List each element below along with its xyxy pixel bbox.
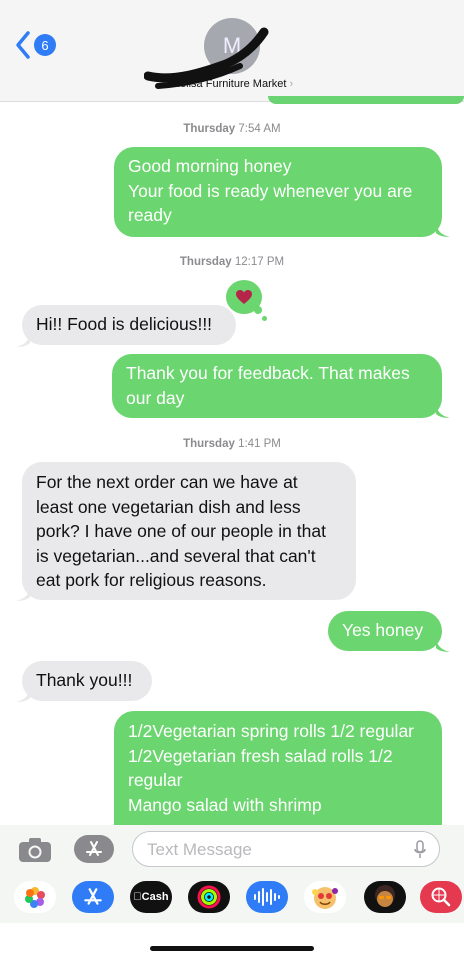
back-button[interactable]: 6 [14, 30, 56, 60]
camera-icon[interactable] [18, 837, 52, 863]
memoji-stickers-icon [375, 885, 395, 907]
heart-icon [236, 290, 252, 304]
image-search-button[interactable] [420, 881, 462, 913]
bubble-peek [268, 96, 464, 104]
incoming-message[interactable]: Thank you!!! [22, 661, 152, 701]
photos-app-button[interactable] [14, 881, 56, 913]
timestamp: Thursday 1:41 PM [183, 438, 281, 450]
outgoing-message[interactable]: Good morning honey Your food is ready wh… [114, 147, 442, 237]
incoming-message[interactable]: Hi!! Food is delicious!!! [22, 305, 236, 345]
avatar-initial: M [222, 33, 242, 58]
activity-icon [197, 885, 221, 909]
photos-icon [25, 887, 45, 908]
bubble-tail [16, 331, 30, 347]
tapback-dot [262, 316, 267, 321]
contact-name-button[interactable]: Melisa Furniture Market › [0, 78, 464, 90]
chevron-left-icon [16, 31, 30, 59]
timestamp: Thursday 12:17 PM [179, 256, 285, 268]
unread-count-badge: 6 [34, 34, 56, 56]
activity-app-button[interactable] [188, 881, 230, 913]
audio-message-button[interactable] [246, 881, 288, 913]
outgoing-message[interactable]: Thank you for feedback. That makes our d… [112, 354, 442, 418]
memoji-app-button[interactable] [304, 881, 346, 913]
home-indicator-area [0, 923, 464, 960]
compose-bar: Text Message [0, 825, 464, 875]
conversation-header: 6 M Melisa Furniture Market › [0, 0, 464, 104]
outgoing-message[interactable]: Yes honey [328, 611, 442, 651]
contact-name: Melisa Furniture Market [170, 78, 287, 90]
bubble-tail [16, 585, 30, 601]
app-store-button[interactable] [72, 881, 114, 913]
chevron-right-icon: › [289, 78, 294, 90]
memoji-stickers-button[interactable] [364, 881, 406, 913]
app-store-icon [84, 888, 102, 905]
message-list[interactable]: Thursday 7:54 AM Good morning honey Your… [0, 103, 464, 825]
bubble-tail [436, 221, 450, 237]
tapback-dot [254, 306, 262, 314]
apps-button[interactable] [74, 835, 114, 863]
bubble-tail [436, 636, 450, 652]
cash-icon: Cash [133, 891, 168, 903]
incoming-message[interactable]: For the next order can we have at least … [22, 462, 356, 600]
imessage-app-strip: Cash [0, 875, 464, 923]
image-search-icon [431, 887, 451, 907]
microphone-icon[interactable] [413, 840, 427, 860]
memoji-icon [312, 887, 338, 909]
bubble-tail [436, 402, 450, 418]
home-indicator[interactable] [150, 946, 314, 951]
audio-message-icon [254, 888, 280, 906]
contact-avatar[interactable]: M [204, 18, 260, 74]
message-input[interactable]: Text Message [132, 831, 440, 867]
timestamp: Thursday 7:54 AM [183, 123, 281, 135]
bubble-tail [16, 686, 30, 702]
message-input-placeholder: Text Message [147, 840, 252, 859]
outgoing-message[interactable]: 1/2Vegetarian spring rolls 1/2 regular 1… [114, 711, 442, 825]
cash-app-button[interactable]: Cash [130, 881, 172, 913]
app-store-icon [86, 841, 102, 856]
